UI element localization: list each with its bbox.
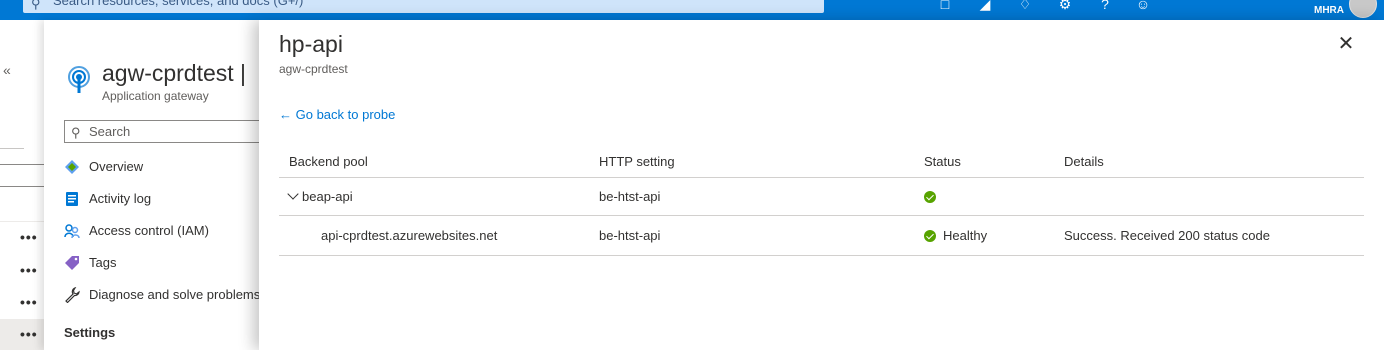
divider (0, 186, 44, 187)
application-gateway-icon (68, 66, 90, 93)
divider (0, 148, 24, 149)
more-options-icon[interactable]: ••• (20, 326, 38, 342)
status-cell (924, 178, 943, 215)
table-header-row: Backend pool HTTP setting Status Details (279, 145, 1364, 178)
back-link-label: Go back to probe (295, 107, 396, 122)
settings-icon[interactable]: ⚙ (1055, 0, 1075, 14)
nav-item-access-control[interactable]: Access control (IAM) (64, 219, 209, 243)
arrow-left-icon: ← (279, 107, 292, 122)
http-setting-cell: be-htst-api (599, 228, 661, 243)
nav-item-activity-log[interactable]: Activity log (64, 187, 151, 211)
access-control-icon (64, 223, 80, 238)
details-cell: Success. Received 200 status code (1064, 228, 1270, 243)
close-button[interactable]: ✕ (1336, 34, 1356, 54)
more-options-icon[interactable]: ••• (20, 262, 38, 278)
backend-health-grid: Backend pool HTTP setting Status Details… (279, 145, 1364, 256)
nav-item-overview[interactable]: Overview (64, 155, 143, 179)
healthy-check-icon (924, 229, 936, 242)
divider (0, 221, 44, 222)
global-search-placeholder: Search resources, services, and docs (G+… (53, 0, 304, 8)
column-header-backend-pool[interactable]: Backend pool (289, 145, 368, 177)
column-header-status[interactable]: Status (924, 145, 961, 177)
resource-title: agw-cprdtest | (102, 60, 247, 86)
nav-item-label: Overview (89, 159, 144, 174)
backend-server-cell: api-cprdtest.azurewebsites.net (321, 228, 498, 243)
backend-pool-cell[interactable]: beap-api (287, 178, 353, 215)
nav-item-label: Access control (IAM) (89, 223, 209, 238)
page-title: hp-api (279, 31, 343, 57)
avatar[interactable] (1349, 0, 1377, 18)
backend-pool-name: beap-api (302, 189, 353, 204)
column-header-http-setting[interactable]: HTTP setting (599, 145, 675, 177)
http-setting-cell: be-htst-api (599, 189, 661, 204)
feedback-icon[interactable]: ☺ (1133, 0, 1153, 14)
wrench-icon (65, 286, 80, 303)
nav-item-label: Tags (89, 255, 117, 270)
table-row: api-cprdtest.azurewebsites.net be-htst-a… (279, 216, 1364, 256)
nav-item-label: Diagnose and solve problems (89, 287, 261, 302)
resource-menu-blade: agw-cprdtest | Application gateway ⚲ Sea… (44, 20, 274, 350)
back-to-probe-link[interactable]: ← Go back to probe (279, 107, 395, 122)
column-header-details[interactable]: Details (1064, 145, 1104, 177)
table-row: beap-api be-htst-api (279, 178, 1364, 216)
directory-filter-icon[interactable]: ◢ (975, 0, 995, 14)
menu-search-placeholder: Search (89, 124, 131, 139)
collapse-left-icon[interactable]: « (3, 62, 11, 78)
status-text: Healthy (943, 228, 988, 243)
help-icon[interactable]: ? (1095, 0, 1115, 14)
top-bar: ⚲ Search resources, services, and docs (… (0, 0, 1384, 20)
backend-health-panel: hp-api agw-cprdtest ✕ ← Go back to probe… (259, 20, 1384, 350)
notifications-icon[interactable]: ♢ (1015, 0, 1035, 14)
tag-icon (65, 255, 79, 270)
overview-icon (65, 159, 79, 174)
chevron-down-icon[interactable] (287, 187, 299, 200)
nav-section-settings: Settings (64, 325, 116, 340)
activity-log-icon (66, 191, 78, 206)
search-icon: ⚲ (71, 125, 81, 140)
more-options-icon[interactable]: ••• (20, 294, 38, 310)
user-name[interactable]: MHRA (1314, 5, 1344, 16)
nav-item-diagnose[interactable]: Diagnose and solve problems (64, 283, 260, 307)
resource-type: Application gateway (102, 89, 209, 103)
nav-item-label: Activity log (89, 191, 152, 206)
healthy-check-icon (924, 190, 936, 203)
divider (0, 164, 44, 165)
global-search-input[interactable]: ⚲ Search resources, services, and docs (… (23, 0, 824, 13)
menu-search-input[interactable]: ⚲ Search (64, 120, 274, 143)
page-subtitle: agw-cprdtest (279, 62, 348, 76)
nav-item-tags[interactable]: Tags (64, 251, 116, 275)
search-icon: ⚲ (31, 0, 41, 11)
more-options-icon[interactable]: ••• (20, 229, 38, 245)
status-cell: Healthy (924, 216, 987, 255)
cloud-shell-icon[interactable]: □ (935, 0, 955, 14)
